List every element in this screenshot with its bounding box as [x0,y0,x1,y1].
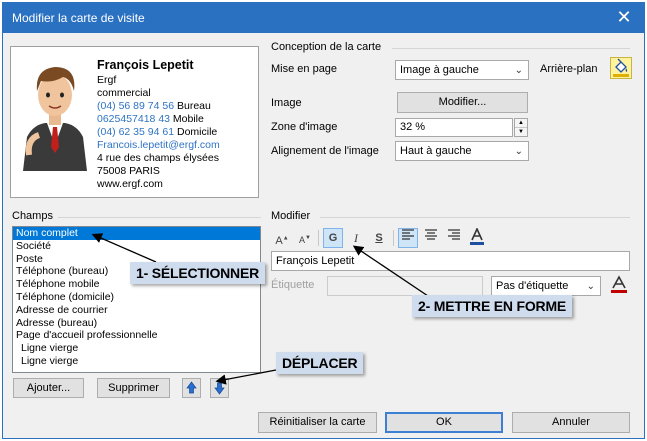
spin-up-icon[interactable]: ▲ [515,119,527,128]
image-area-spinner[interactable]: ▲ ▼ [514,118,528,137]
font-shrink-icon: A▼ [299,235,311,245]
move-up-button[interactable] [182,378,201,398]
arrow-up-icon [186,381,197,394]
close-icon[interactable]: ✕ [604,3,644,33]
image-align-value: Haut à gauche [400,145,472,157]
spin-down-icon[interactable]: ▼ [515,128,527,136]
card-preview: François Lepetit Ergf commercial (04) 56… [10,46,259,198]
add-field-button[interactable]: Ajouter... [13,378,84,398]
label-color-button[interactable] [609,275,631,297]
font-color-icon [611,275,627,293]
layout-select[interactable]: Image à gauche ⌄ [395,60,529,80]
phone-label: Domicile [176,126,218,138]
card-address-line2: 75008 PARIS [97,165,160,177]
label-option-value: Pas d'étiquette [496,280,569,292]
shrink-font-button[interactable]: A▼ [295,228,315,248]
edit-heading: Modifier [271,210,311,222]
image-area-label: Zone d'image [271,121,338,133]
phone-label: Bureau [176,100,211,112]
ok-button[interactable]: OK [385,412,503,433]
avatar-illustration [23,67,87,171]
design-divider [392,48,630,49]
align-left-icon [402,229,414,240]
list-item[interactable]: Société [13,240,260,253]
font-color-button[interactable] [467,227,487,248]
font-grow-icon: A▲ [275,234,289,247]
annotation-move: DÉPLACER [276,352,364,374]
list-item[interactable]: Page d'accueil professionnelle [13,329,260,342]
list-item[interactable]: Ligne vierge [13,355,260,368]
field-text-input[interactable]: François Lepetit [271,251,630,271]
font-color-icon [470,227,484,245]
reset-card-button[interactable]: Réinitialiser la carte [258,412,377,433]
background-color-button[interactable] [610,57,632,79]
toolbar-separator [318,230,319,246]
list-item[interactable]: Nom complet [13,227,260,240]
image-align-label: Alignement de l'image [271,145,379,157]
label-select[interactable]: Pas d'étiquette ⌄ [491,276,601,296]
list-item[interactable]: Adresse de courrier [13,304,260,317]
card-phone-office: (04) 56 89 74 56 Bureau [97,100,220,113]
phone-number: (04) 62 35 94 61 [97,126,175,138]
move-down-button[interactable] [210,378,229,398]
design-heading: Conception de la carte [271,41,382,53]
paint-bucket-icon [613,58,629,77]
align-right-button[interactable] [444,228,464,248]
layout-label: Mise en page [271,63,338,75]
underline-button[interactable]: S [369,228,389,248]
align-left-button[interactable] [398,228,418,248]
grow-font-button[interactable]: A▲ [272,228,292,248]
align-right-icon [448,229,460,240]
phone-number: (04) 56 89 74 56 [97,100,175,112]
image-area-input[interactable]: 32 % [395,118,513,137]
edit-divider [320,217,630,218]
annotation-select: 1- SÉLECTIONNER [130,262,266,284]
list-item[interactable]: Ligne vierge [13,342,260,355]
card-phone-home: (04) 62 35 94 61 Domicile [97,126,220,139]
cancel-button[interactable]: Annuler [512,412,630,433]
card-website: www.ergf.com [97,178,163,190]
italic-button[interactable]: I [346,228,366,248]
title-bar: Modifier la carte de visite ✕ [3,3,644,33]
card-phone-mobile: 0625457418 43 Mobile [97,113,220,126]
list-item[interactable]: Téléphone (domicile) [13,291,260,304]
align-center-icon [425,229,437,240]
background-label: Arrière-plan [540,63,598,75]
chevron-down-icon: ⌄ [514,146,523,157]
card-name: François Lepetit [97,58,194,72]
card-email: Francois.lepetit@ergf.com [97,139,220,151]
dialog-title: Modifier la carte de visite [12,11,145,25]
label-input[interactable] [327,276,483,296]
chevron-down-icon: ⌄ [586,281,595,292]
list-item[interactable]: Adresse (bureau) [13,317,260,330]
arrow-down-icon [214,382,225,395]
toolbar-separator [393,230,394,246]
card-company: Ergf [97,74,117,86]
card-text: François Lepetit Ergf commercial (04) 56… [97,57,220,191]
card-address-line1: 4 rue des champs élysées [97,152,219,164]
phone-number: 0625457418 43 [97,113,170,125]
fields-heading: Champs [12,210,53,222]
delete-field-button[interactable]: Supprimer [97,378,170,398]
fields-list[interactable]: Nom complet Société Poste Téléphone (bur… [12,226,261,373]
bold-button[interactable]: G [323,228,343,248]
image-modify-button[interactable]: Modifier... [397,92,528,113]
image-label: Image [271,97,302,109]
layout-value: Image à gauche [400,64,479,76]
phone-label: Mobile [172,113,204,125]
annotation-format: 2- METTRE EN FORME [412,295,573,317]
chevron-down-icon: ⌄ [514,65,523,76]
label-label: Étiquette [271,279,315,291]
image-align-select[interactable]: Haut à gauche ⌄ [395,141,529,161]
fields-divider [58,217,261,218]
align-center-button[interactable] [421,228,441,248]
card-job-title: commercial [97,87,151,99]
